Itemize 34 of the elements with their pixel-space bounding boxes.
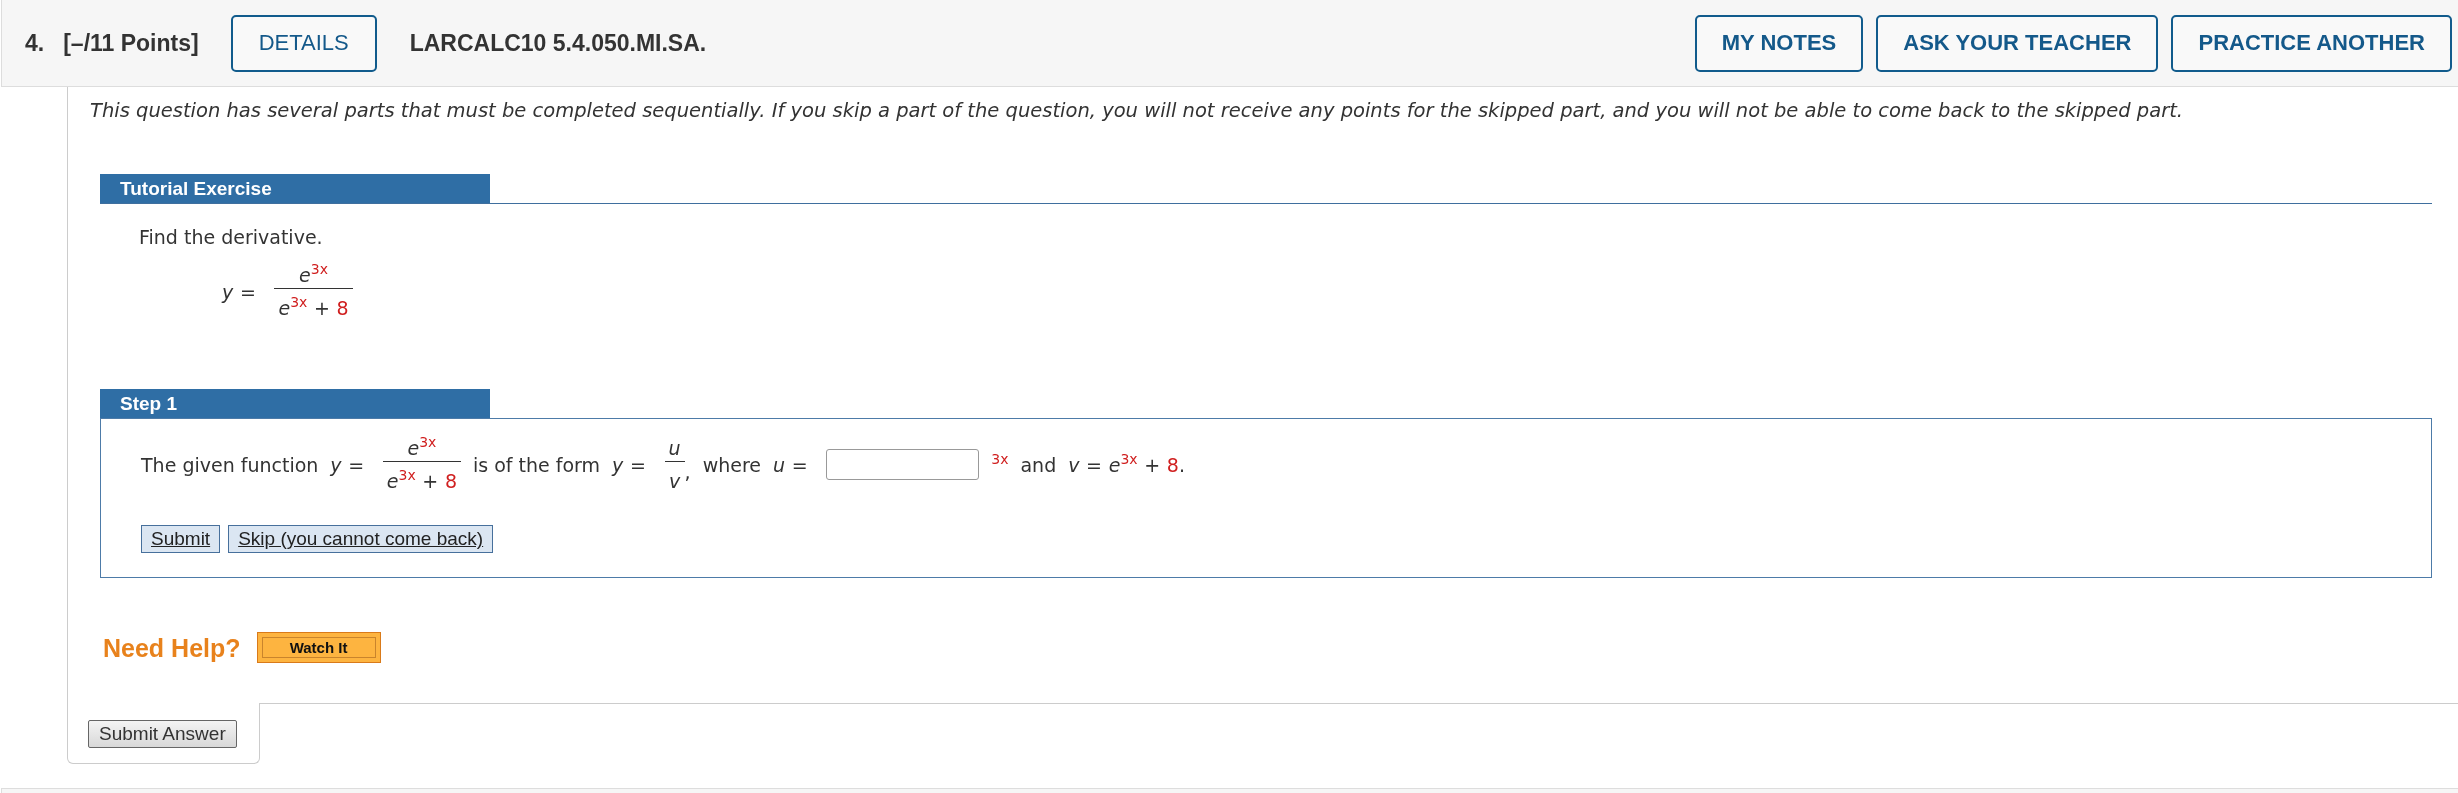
fraction-numerator: e$^{3x}$ (406, 435, 438, 461)
section-title: Tutorial Exercise (100, 174, 490, 203)
skip-button[interactable]: Skip (you cannot come back) (228, 525, 494, 553)
section-title: Step 1 (100, 389, 490, 418)
practice-another-button[interactable]: PRACTICE ANOTHER (2171, 14, 2452, 72)
math-expression: v = e$^{3x}$ + 8. (1068, 452, 1185, 477)
math-expression: u = (773, 452, 809, 477)
question-text: where (702, 452, 761, 477)
my-notes-button[interactable]: MY NOTES (1694, 14, 1864, 72)
fraction-denominator: e$^{3x}$ + 8 (277, 292, 350, 321)
math-expression: y = (612, 452, 647, 477)
math-punctuation: , (684, 459, 691, 484)
submit-button[interactable]: Submit (141, 525, 221, 553)
question-text: The given function (141, 452, 319, 477)
question-text: and (1020, 452, 1057, 477)
fraction-denominator: v (667, 469, 682, 494)
prompt-text: Find the derivative. (139, 225, 324, 249)
answer-field[interactable] (826, 449, 980, 480)
ask-teacher-button[interactable]: ASK YOUR TEACHER (1876, 14, 2159, 72)
question-number: 4. (25, 29, 45, 57)
math-expression: y = (330, 452, 366, 477)
fraction-denominator: e$^{3x}$ + 8 (385, 465, 458, 494)
watch-it-button[interactable]: Watch It (256, 632, 381, 663)
math-expression: y = (222, 279, 257, 304)
math-expression: 3x (991, 452, 1009, 469)
help-label: Need Help? (103, 632, 241, 663)
problem-code: LARCALC10 5.4.050.MI.SA. (409, 29, 707, 57)
fraction-numerator: u (667, 436, 682, 461)
submit-answer-button[interactable]: Submit Answer (88, 720, 237, 748)
question-text: is of the form (473, 452, 601, 477)
points-label: [–/11 Points] (63, 29, 199, 57)
instructions-text: This question has several parts that must be completed sequentially. If you skip a part of the question, you will not receive any points for the skipped part, and you will not be able to come back to the skipped part. (90, 99, 2184, 123)
details-button[interactable]: DETAILS (230, 14, 377, 72)
fraction-numerator: e$^{3x}$ (298, 262, 329, 288)
